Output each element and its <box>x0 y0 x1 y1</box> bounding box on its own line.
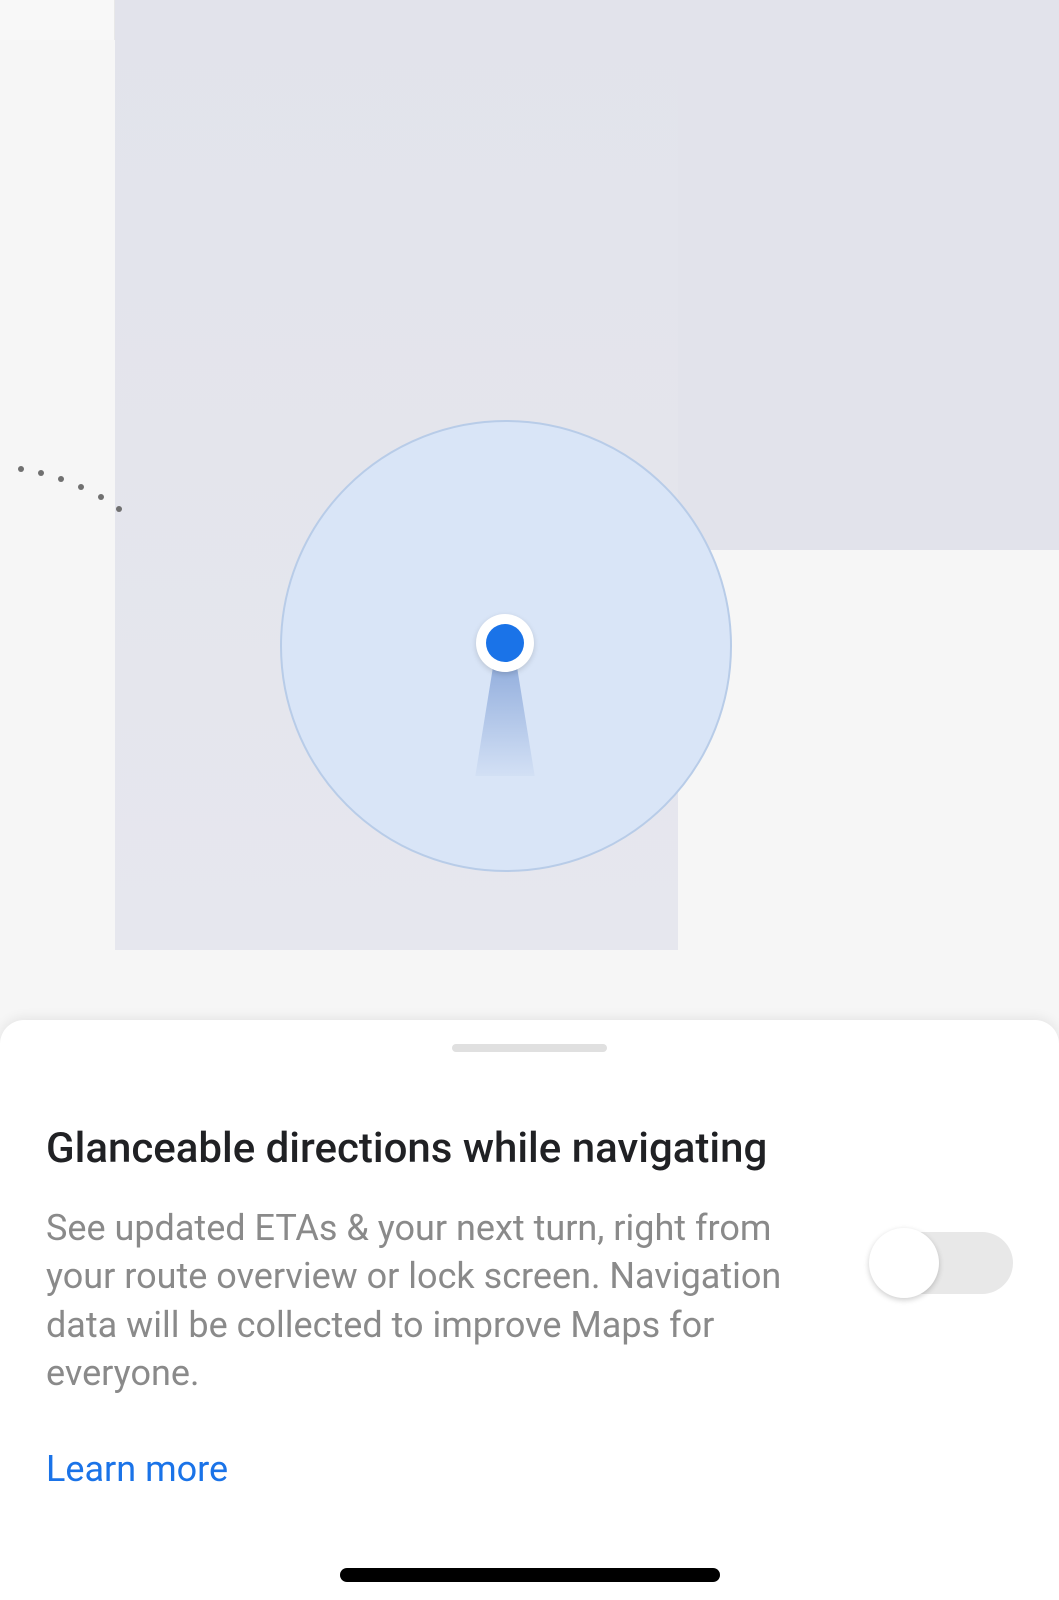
current-location-marker[interactable] <box>476 614 534 672</box>
toggle-knob <box>869 1228 939 1298</box>
settings-bottom-sheet: Glanceable directions while navigating S… <box>0 1020 1059 1600</box>
glanceable-directions-toggle[interactable] <box>871 1232 1013 1294</box>
home-indicator[interactable] <box>340 1568 720 1582</box>
sheet-title: Glanceable directions while navigating <box>46 1122 786 1176</box>
learn-more-link[interactable]: Learn more <box>46 1448 228 1490</box>
sheet-text-block: Glanceable directions while navigating S… <box>46 1122 786 1490</box>
location-dot-icon <box>486 624 524 662</box>
dotted-path-icon <box>16 465 126 515</box>
map-edge-left <box>0 0 115 40</box>
sheet-drag-handle[interactable] <box>452 1044 607 1052</box>
sheet-content: Glanceable directions while navigating S… <box>46 1122 1013 1490</box>
sheet-description: See updated ETAs & your next turn, right… <box>46 1204 786 1398</box>
